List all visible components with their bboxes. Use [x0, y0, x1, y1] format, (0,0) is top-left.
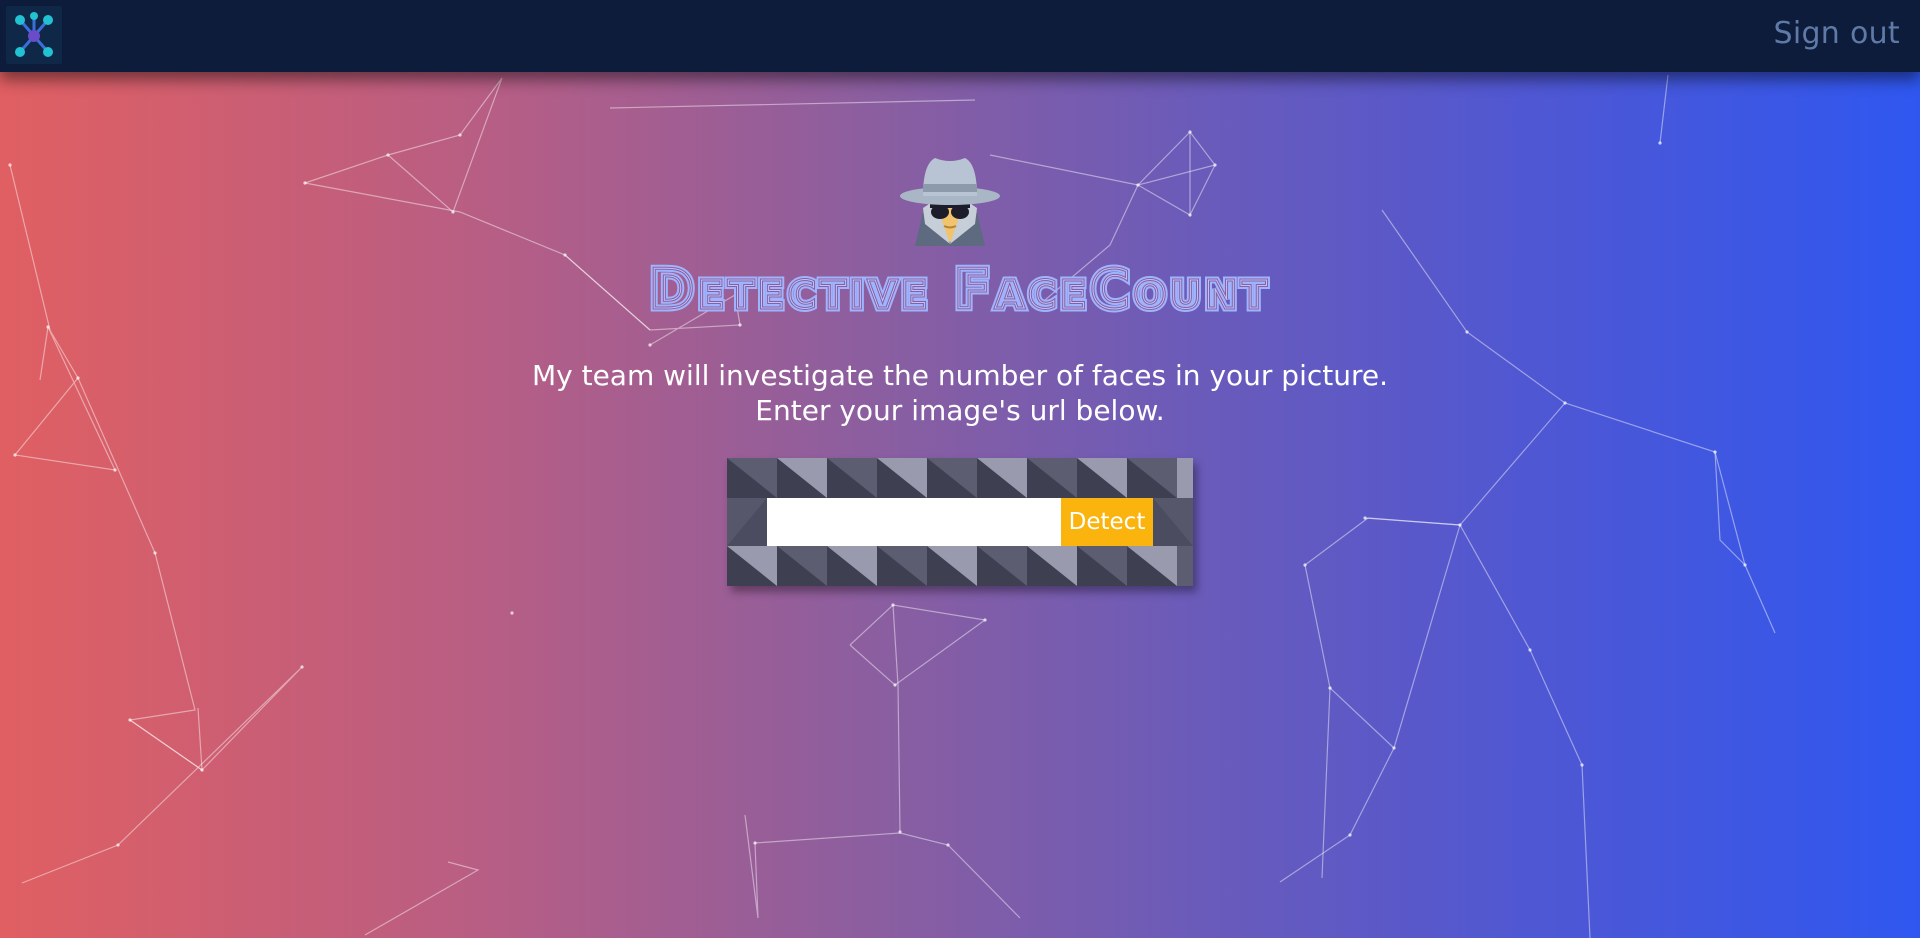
detective-spy-icon — [900, 158, 1000, 246]
app-title-text-line: Detective FaceCount — [649, 258, 1270, 321]
app-title: Detective FaceCount Detective FaceCount … — [0, 252, 1920, 325]
instructions-line-2: Enter your image's url below. — [755, 394, 1165, 427]
instructions-text: My team will investigate the number of f… — [0, 358, 1920, 428]
page: Sign out Detective FaceCount Detective F… — [0, 0, 1920, 938]
instructions-line-1: My team will investigate the number of f… — [531, 359, 1389, 392]
molecule-network-icon[interactable] — [6, 6, 62, 64]
detect-button[interactable]: Detect — [1061, 498, 1153, 546]
top-navigation-bar: Sign out — [0, 0, 1920, 72]
image-url-form: Detect — [727, 458, 1193, 586]
image-url-input[interactable] — [767, 498, 1061, 546]
sign-out-link[interactable]: Sign out — [1773, 16, 1900, 51]
